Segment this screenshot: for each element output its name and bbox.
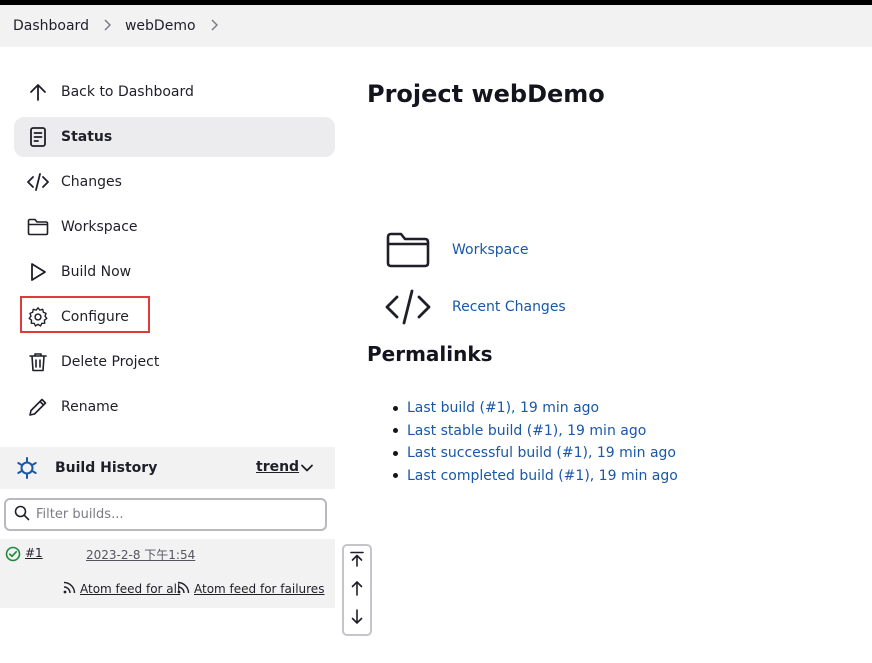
bullet [393, 428, 398, 434]
breadcrumb-dashboard[interactable]: Dashboard [13, 18, 89, 34]
folder-icon [27, 216, 49, 238]
sidebar-item-configure[interactable]: Configure [14, 297, 335, 337]
list-item: Last build (#1), 19 min ago [393, 397, 678, 420]
sidebar-item-label: Status [61, 129, 113, 145]
workspace-link[interactable]: Workspace [452, 242, 529, 258]
breadcrumb: Dashboard webDemo [0, 5, 872, 47]
breadcrumb-webdemo[interactable]: webDemo [125, 18, 196, 34]
trash-icon [27, 351, 49, 373]
permalink-last-successful-build[interactable]: Last successful build (#1), 19 min ago [407, 445, 676, 461]
permalink-last-build[interactable]: Last build (#1), 19 min ago [407, 400, 599, 416]
sidebar-item-label: Workspace [61, 219, 138, 235]
permalinks-list: Last build (#1), 19 min ago Last stable … [393, 397, 678, 487]
scroll-up-button[interactable] [344, 575, 370, 604]
chevron-down-icon[interactable] [300, 461, 314, 479]
filter-builds-field[interactable] [4, 498, 327, 531]
play-icon [27, 261, 49, 283]
atom-feed-failures-link[interactable]: Atom feed for failures [177, 581, 324, 597]
sidebar-item-rename[interactable]: Rename [14, 387, 335, 427]
success-check-icon [5, 546, 21, 566]
recent-changes-link[interactable]: Recent Changes [452, 299, 566, 315]
permalink-last-completed-build[interactable]: Last completed build (#1), 19 min ago [407, 468, 678, 484]
scroll-controls [342, 544, 372, 636]
list-item: Last stable build (#1), 19 min ago [393, 420, 678, 443]
bullet [393, 450, 398, 456]
sidebar-item-label: Rename [61, 399, 119, 415]
code-icon[interactable] [384, 287, 432, 327]
document-icon [27, 126, 49, 148]
recent-changes-link-row: Recent Changes [384, 287, 566, 327]
folder-icon[interactable] [384, 230, 432, 270]
arrow-to-top-icon [350, 551, 364, 571]
build-history-title: Build History [55, 460, 158, 476]
sidebar-item-delete-project[interactable]: Delete Project [14, 342, 335, 382]
permalink-last-stable-build[interactable]: Last stable build (#1), 19 min ago [407, 423, 646, 439]
bullet [393, 405, 398, 411]
sidebar-item-changes[interactable]: Changes [14, 162, 335, 202]
scroll-down-button[interactable] [344, 604, 370, 633]
atom-feed-all-link[interactable]: Atom feed for all [63, 581, 180, 597]
pencil-icon [27, 396, 49, 418]
sidebar-item-build-now[interactable]: Build Now [14, 252, 335, 292]
sidebar-item-label: Configure [61, 309, 129, 325]
bullet [393, 473, 398, 479]
sidebar: Back to Dashboard Status Changes Workspa… [14, 72, 335, 432]
sidebar-item-label: Changes [61, 174, 122, 190]
atom-feed-all-label: Atom feed for all [80, 582, 181, 596]
workspace-link-row: Workspace [384, 230, 529, 270]
scroll-to-top-button[interactable] [344, 546, 370, 575]
table-row: #1 2023-2-8 下午1:54 [0, 539, 335, 569]
chevron-right-icon[interactable] [103, 19, 111, 31]
gear-icon [27, 306, 49, 328]
filter-builds-input[interactable] [36, 507, 316, 522]
build-number-link[interactable]: #1 [25, 546, 43, 560]
feed-links-row: Atom feed for all Atom feed for failures [0, 569, 335, 608]
build-history-icon [15, 456, 39, 480]
search-icon [14, 505, 30, 525]
sidebar-item-back-to-dashboard[interactable]: Back to Dashboard [14, 72, 335, 112]
sidebar-item-label: Delete Project [61, 354, 160, 370]
build-history-header: Build History trend [0, 447, 335, 489]
sidebar-item-workspace[interactable]: Workspace [14, 207, 335, 247]
rss-icon [63, 581, 76, 597]
arrow-down-icon [350, 608, 364, 629]
permalinks-heading: Permalinks [367, 342, 493, 366]
list-item: Last completed build (#1), 19 min ago [393, 465, 678, 488]
sidebar-item-label: Back to Dashboard [61, 84, 194, 100]
rss-icon [177, 581, 190, 597]
arrow-up-icon [350, 580, 364, 600]
page-title: Project webDemo [367, 80, 605, 108]
atom-feed-failures-label: Atom feed for failures [194, 582, 325, 596]
chevron-right-icon[interactable] [210, 19, 218, 31]
trend-link[interactable]: trend [256, 459, 299, 475]
arrow-up-icon [27, 81, 49, 103]
sidebar-item-label: Build Now [61, 264, 132, 280]
build-timestamp-link[interactable]: 2023-2-8 下午1:54 [86, 546, 195, 563]
code-icon [27, 171, 49, 193]
sidebar-item-status[interactable]: Status [14, 117, 335, 157]
list-item: Last successful build (#1), 19 min ago [393, 442, 678, 465]
